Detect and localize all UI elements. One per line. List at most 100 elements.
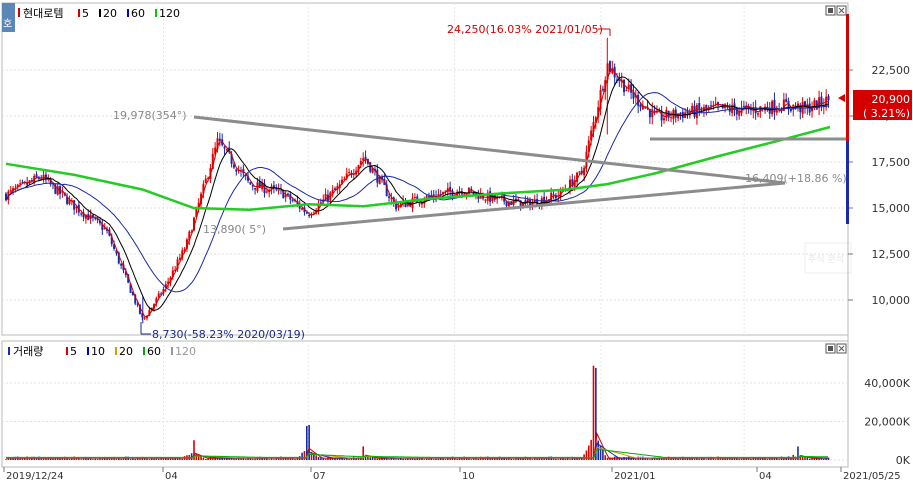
legend-marker xyxy=(171,347,173,355)
volume-bar xyxy=(204,459,207,460)
legend-label: 20 xyxy=(119,345,133,358)
date-tick-label: 10 xyxy=(462,471,475,482)
volume-bar xyxy=(423,459,426,460)
volume-bar xyxy=(714,459,717,460)
date-tick-label: 2021/05/25 xyxy=(843,471,901,482)
volume-bar xyxy=(395,459,397,460)
watermark-text: 주식 분석 xyxy=(808,254,844,265)
legend-label: 10 xyxy=(91,345,105,358)
volume-bar xyxy=(705,459,708,460)
annotation-triangle-top: 19,978(354°) xyxy=(113,109,187,122)
candle-body xyxy=(625,90,628,92)
legend-marker xyxy=(87,347,89,355)
volume-bar xyxy=(604,455,607,460)
price-tick-label: 17,500 xyxy=(872,156,911,169)
volume-tick-label: 40,000K xyxy=(864,377,910,390)
legend-marker xyxy=(127,9,129,17)
volume-bar xyxy=(315,455,317,460)
candle-body xyxy=(232,164,235,168)
price-tick-label: 12,500 xyxy=(872,248,911,261)
price-tick-label: 10,000 xyxy=(872,294,911,307)
legend-marker xyxy=(78,9,80,17)
current-price-change: ( 3.21%) xyxy=(863,107,910,120)
date-tick-label: 04 xyxy=(165,471,178,482)
volume-bar xyxy=(317,456,320,460)
candle-body xyxy=(679,112,682,114)
candle-body xyxy=(660,111,663,121)
price-range-bar-up xyxy=(846,14,849,142)
volume-bar xyxy=(557,459,560,460)
volume-bar xyxy=(404,458,407,460)
candle-body xyxy=(376,169,379,183)
volume-bar xyxy=(190,453,193,460)
volume-bar xyxy=(68,458,71,460)
volume-bar xyxy=(244,459,247,460)
candle-body xyxy=(73,200,76,210)
candle-body xyxy=(143,317,146,319)
candle-body xyxy=(291,200,294,202)
legend-label: 120 xyxy=(159,7,180,20)
candle-body xyxy=(80,213,83,215)
candle-body xyxy=(644,107,647,109)
volume-bar xyxy=(435,458,437,460)
price-range-bar-down xyxy=(846,142,849,224)
candle-body xyxy=(489,191,492,202)
candle-body xyxy=(698,103,701,110)
candle-body xyxy=(225,148,228,151)
candle-body xyxy=(663,118,665,121)
volume-bar xyxy=(738,458,740,460)
candle-body xyxy=(601,88,604,91)
candle-body xyxy=(204,178,207,183)
volume-bar xyxy=(5,459,7,460)
volume-bar xyxy=(414,458,416,460)
volume-bar xyxy=(677,458,679,460)
volume-bar xyxy=(301,452,303,460)
candle-body xyxy=(771,101,774,115)
candle-body xyxy=(674,109,677,118)
volume-bar xyxy=(437,458,440,460)
candle-body xyxy=(388,196,391,198)
volume-bar xyxy=(115,458,118,460)
volume-bar xyxy=(606,457,609,460)
volume-bar xyxy=(134,459,137,460)
candle-body xyxy=(308,214,311,217)
candle-body xyxy=(651,109,654,118)
volume-bar xyxy=(268,459,270,460)
candle-body xyxy=(695,104,698,119)
volume-tick-label: 0K xyxy=(896,454,911,467)
volume-bar xyxy=(80,459,82,460)
volume-bar xyxy=(129,459,132,460)
candle-body xyxy=(348,172,351,174)
volume-bar xyxy=(397,458,400,460)
volume-bar xyxy=(470,459,473,460)
volume-bar xyxy=(157,458,160,460)
volume-bar xyxy=(510,458,513,460)
volume-bar xyxy=(388,459,390,460)
chart-window: 주식 분석 24,250(16.03% 2021/01/05) 8,730(-5… xyxy=(0,0,913,483)
volume-bar xyxy=(254,458,256,460)
volume-bar xyxy=(219,458,221,460)
volume-bar xyxy=(555,458,557,460)
volume-bar xyxy=(181,458,184,460)
volume-bar xyxy=(444,459,447,460)
candle-body xyxy=(484,199,487,201)
annotation-triangle-bottom: 13,890( 5°) xyxy=(203,223,266,236)
volume-title: 거래량 xyxy=(13,345,43,358)
volume-bar xyxy=(324,459,327,460)
candle-body xyxy=(120,263,123,266)
volume-bar xyxy=(698,458,701,460)
legend-marker xyxy=(99,9,101,17)
volume-bar xyxy=(477,458,480,460)
candle-body xyxy=(413,197,416,199)
legend-label: 120 xyxy=(175,345,196,358)
volume-bar xyxy=(693,458,696,460)
volume-bar xyxy=(552,458,555,460)
legend-label: 5 xyxy=(82,7,89,20)
volume-bar xyxy=(432,459,435,460)
candle-body xyxy=(768,108,771,114)
volume-bar xyxy=(531,459,534,460)
stock-title: 현대로템 xyxy=(23,7,63,20)
candle-body xyxy=(639,104,642,108)
candle-body xyxy=(235,169,238,172)
volume-bar xyxy=(536,458,538,460)
